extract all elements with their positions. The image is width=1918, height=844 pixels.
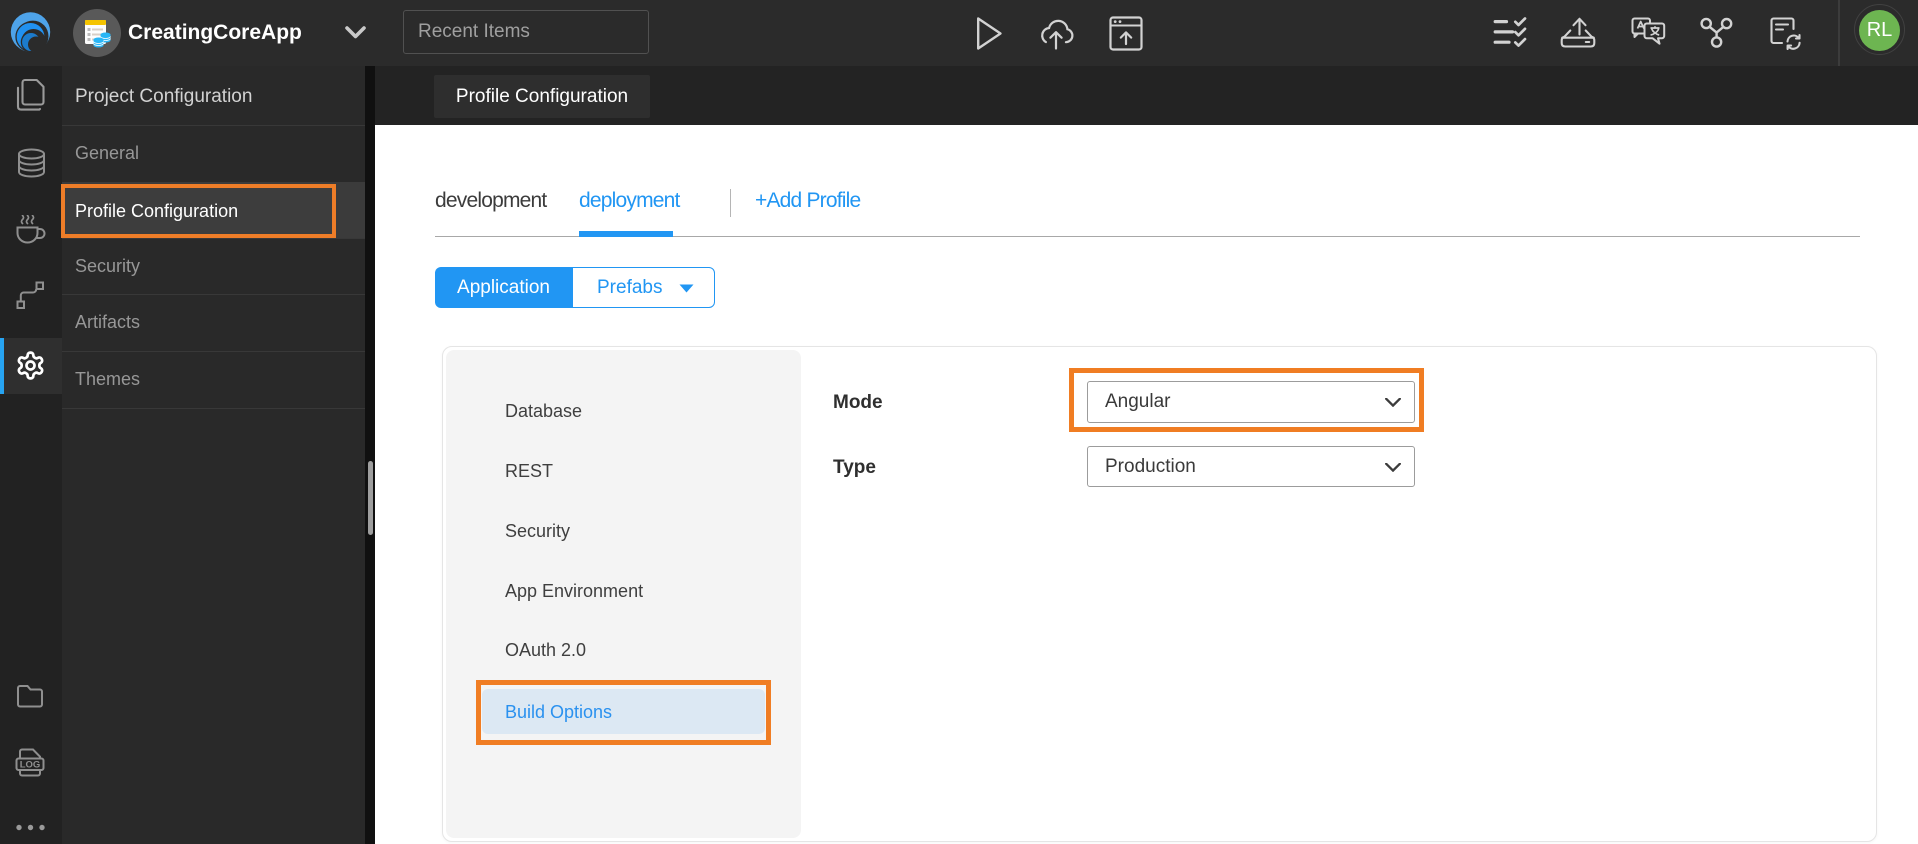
svg-text:LOG: LOG — [20, 760, 41, 771]
